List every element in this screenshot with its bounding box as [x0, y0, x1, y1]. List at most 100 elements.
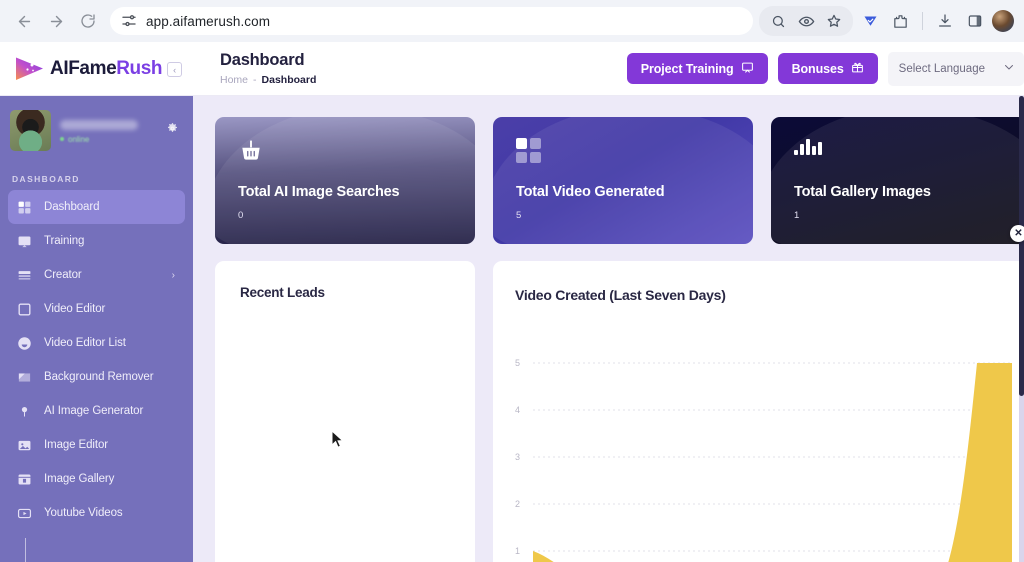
presentation-icon [741, 61, 754, 77]
y-tick-label: 2 [515, 499, 521, 509]
sidebar-item-label: Image Editor [44, 439, 108, 451]
card-wave-decoration [215, 117, 475, 244]
search-icon[interactable] [765, 8, 791, 34]
chart-area-series [533, 551, 554, 562]
sidebar-item-video-editor-list[interactable]: Video Editor List [8, 326, 185, 360]
chart-plot-area: 5 4 3 2 1 [515, 331, 1012, 562]
back-arrow-icon[interactable] [10, 7, 38, 35]
recent-leads-panel: Recent Leads [215, 261, 475, 562]
stat-card-video-generated[interactable]: Total Video Generated 5 [493, 117, 753, 244]
sidebar-item-video-editor[interactable]: Video Editor [8, 292, 185, 326]
stat-card-value: 0 [238, 210, 244, 221]
star-icon[interactable] [821, 8, 847, 34]
project-training-label: Project Training [640, 61, 734, 76]
card-wave-decoration [771, 117, 1024, 244]
language-label: Select Language [898, 62, 985, 75]
stat-card-value: 5 [516, 210, 522, 221]
layers-icon [16, 267, 33, 284]
sidebar-item-youtube-videos[interactable]: Youtube Videos [8, 496, 185, 530]
chart-area-series-rise [948, 363, 1012, 562]
reload-icon[interactable] [74, 7, 102, 35]
chart-svg [533, 362, 1012, 562]
play-box-icon [16, 505, 33, 522]
page-scrollbar[interactable] [1019, 96, 1024, 562]
eraser-icon [16, 369, 33, 386]
sidebar-item-background-remover[interactable]: Background Remover [8, 360, 185, 394]
header-actions: Project Training Bonuses Select Language [626, 51, 1024, 86]
sidebar-item-label: Video Editor [44, 303, 106, 315]
sidebar: online DASHBOARD Dashboard Training Crea… [0, 96, 193, 562]
main-content: Total AI Image Searches 0 Total Video Ge… [193, 96, 1024, 562]
sidebar-collapse-icon[interactable]: ‹ [167, 62, 183, 77]
sidebar-item-training[interactable]: Training [8, 224, 185, 258]
bonuses-button[interactable]: Bonuses [777, 53, 878, 84]
grid-icon [516, 138, 753, 164]
sidebar-item-label: Creator [44, 269, 82, 281]
status-badge: online [60, 135, 157, 144]
shield-extension-icon[interactable] [857, 8, 883, 34]
page-title: Dashboard [220, 51, 305, 70]
user-name [60, 119, 138, 130]
scrollbar-thumb[interactable] [1019, 96, 1024, 396]
eye-icon[interactable] [793, 8, 819, 34]
sidebar-item-creator[interactable]: Creator › [8, 258, 185, 292]
puzzle-extension-icon[interactable] [887, 8, 913, 34]
gear-icon[interactable] [166, 122, 179, 140]
pin-icon [16, 403, 33, 420]
avatar [10, 110, 51, 151]
sidebar-item-ai-image-generator[interactable]: AI Image Generator [8, 394, 185, 428]
y-tick-label: 4 [515, 405, 521, 415]
chart-title: Video Created (Last Seven Days) [515, 287, 726, 303]
profile-avatar[interactable] [992, 10, 1014, 32]
stat-cards-row: Total AI Image Searches 0 Total Video Ge… [193, 96, 1024, 244]
stat-card-ai-image-searches[interactable]: Total AI Image Searches 0 [215, 117, 475, 244]
sidebar-item-label: Video Editor List [44, 337, 126, 349]
sidebar-item-image-gallery[interactable]: Image Gallery [8, 462, 185, 496]
smiley-icon [16, 335, 33, 352]
brand-logo[interactable]: AIFameRush ‹ [0, 42, 193, 96]
url-text: app.aifamerush.com [146, 13, 271, 29]
project-training-button[interactable]: Project Training [626, 53, 768, 84]
tune-icon[interactable] [120, 12, 138, 30]
stat-card-title: Total Gallery Images [794, 184, 931, 200]
language-select[interactable]: Select Language [887, 51, 1024, 86]
brand-primary: AIFame [50, 57, 117, 79]
stat-card-value: 1 [794, 210, 800, 221]
status-label: online [68, 134, 90, 144]
sidebar-divider [25, 538, 26, 562]
sidebar-item-image-editor[interactable]: Image Editor [8, 428, 185, 462]
gift-icon [851, 61, 864, 77]
status-dot-icon [60, 137, 64, 141]
bar-chart-icon [794, 138, 1024, 164]
play-logo-icon [12, 54, 46, 84]
forward-arrow-icon[interactable] [42, 7, 70, 35]
close-icon[interactable]: ✕ [1010, 225, 1024, 242]
video-created-chart-panel: Video Created (Last Seven Days) 5 4 3 2 … [493, 261, 1024, 562]
stat-card-gallery-images[interactable]: Total Gallery Images 1 [771, 117, 1024, 244]
user-profile[interactable]: online [0, 96, 193, 151]
sidebar-item-dashboard[interactable]: Dashboard [8, 190, 185, 224]
side-panel-icon[interactable] [962, 8, 988, 34]
address-bar[interactable]: app.aifamerush.com [110, 7, 753, 35]
sidebar-item-label: Dashboard [44, 201, 100, 213]
profile-meta: online [60, 118, 157, 144]
page-heading-group: Dashboard Home - Dashboard [193, 51, 627, 86]
sidebar-item-label: AI Image Generator [44, 405, 144, 417]
presentation-icon [16, 233, 33, 250]
breadcrumb-home[interactable]: Home [220, 74, 248, 86]
download-icon[interactable] [932, 8, 958, 34]
bonuses-label: Bonuses [791, 61, 844, 76]
stat-card-title: Total Video Generated [516, 184, 665, 200]
sidebar-item-label: Background Remover [44, 371, 154, 383]
sidebar-item-label: Image Gallery [44, 473, 115, 485]
omnibox-actions [759, 6, 853, 36]
gallery-icon [16, 471, 33, 488]
app-header: AIFameRush ‹ Dashboard Home - Dashboard … [0, 42, 1024, 96]
chevron-right-icon: › [171, 269, 175, 281]
breadcrumb-separator: - [253, 73, 257, 86]
panels-row: Recent Leads Video Created (Last Seven D… [193, 244, 1024, 562]
sidebar-item-label: Training [44, 235, 85, 247]
breadcrumb: Home - Dashboard [220, 74, 627, 86]
chevron-down-icon [1003, 61, 1015, 76]
photo-icon [16, 437, 33, 454]
